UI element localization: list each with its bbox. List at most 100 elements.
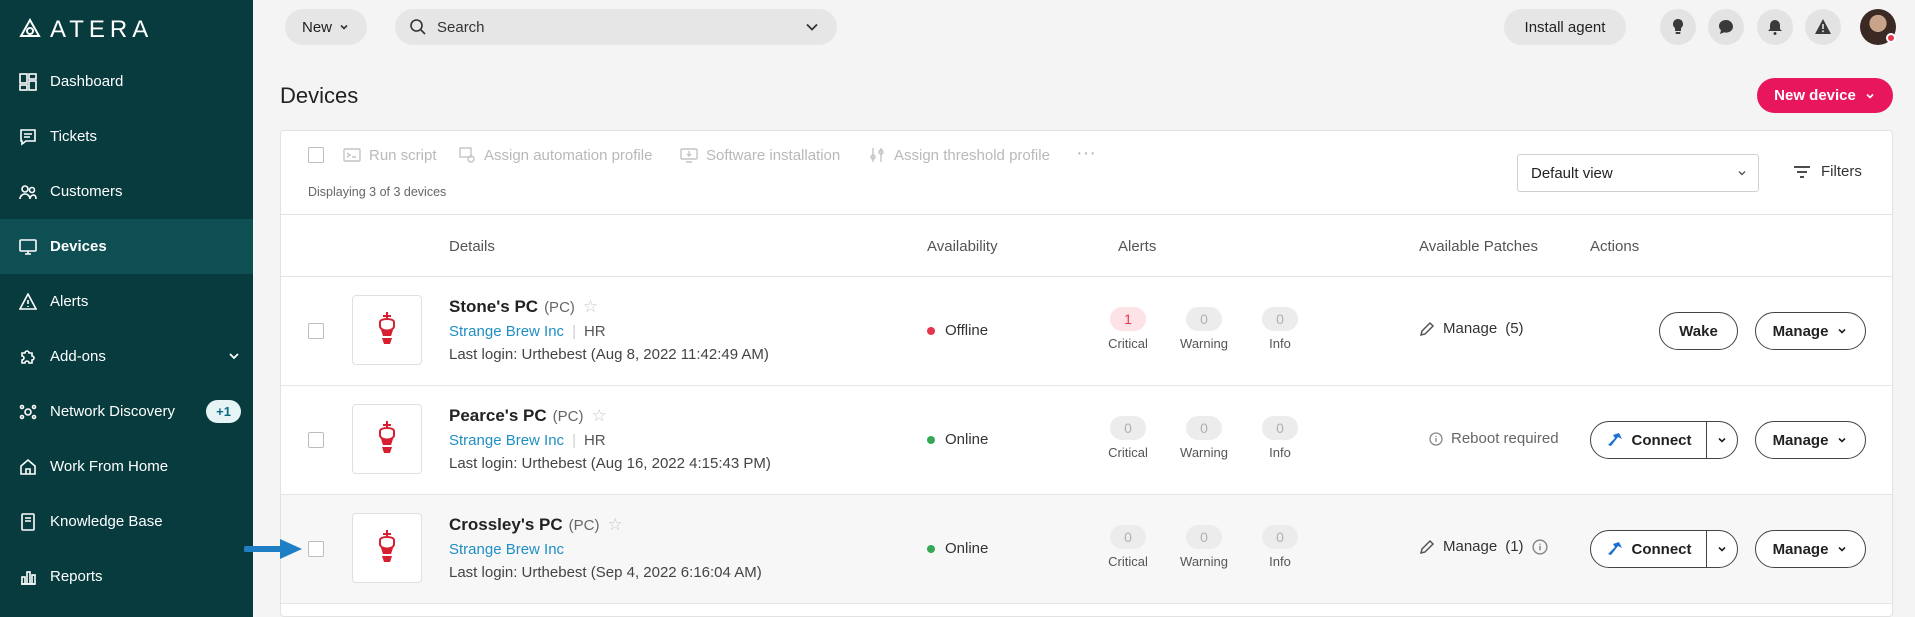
connect-dropdown[interactable] [1707, 434, 1737, 446]
sidebar-item-alerts[interactable]: Alerts [0, 274, 253, 329]
company-link[interactable]: Strange Brew Inc [449, 541, 564, 558]
install-agent-button[interactable]: Install agent [1504, 9, 1626, 45]
info-alert[interactable]: 0 Info [1250, 307, 1310, 351]
warning-alert[interactable]: 0 Warning [1174, 525, 1234, 569]
sidebar-item-dashboard[interactable]: Dashboard [0, 54, 253, 109]
star-icon[interactable]: ☆ [583, 297, 598, 316]
sidebar-item-reports[interactable]: Reports [0, 549, 253, 604]
device-type: (PC) [568, 517, 600, 534]
sidebar-item-label: Add-ons [50, 348, 106, 365]
row-checkbox[interactable] [308, 432, 324, 448]
sidebar-item-network-discovery[interactable]: Network Discovery +1 [0, 384, 253, 439]
sidebar-item-knowledge-base[interactable]: Knowledge Base [0, 494, 253, 549]
software-installation-button[interactable]: Software installation [680, 146, 840, 164]
chat-icon[interactable] [1708, 9, 1744, 45]
availability-status: Online [927, 540, 988, 557]
row-checkbox[interactable] [308, 323, 324, 339]
table-row[interactable]: Crossley's PC (PC) ☆ Strange Brew Inc Last… [281, 495, 1892, 604]
puzzle-icon [18, 347, 38, 367]
sidebar-item-tickets[interactable]: Tickets [0, 109, 253, 164]
bulk-toolbar: Run script Assign automation profile Sof… [281, 131, 1892, 215]
connect-dropdown[interactable] [1707, 543, 1737, 555]
device-logo [352, 295, 422, 365]
manage-button[interactable]: Manage [1755, 530, 1866, 568]
manage-patches-link[interactable]: Manage (1) [1419, 538, 1548, 555]
sidebar-item-work-from-home[interactable]: Work From Home [0, 439, 253, 494]
bell-icon[interactable] [1757, 9, 1793, 45]
search-bar[interactable] [395, 9, 837, 45]
device-name[interactable]: Crossley's PC (PC) ☆ [449, 515, 623, 535]
run-script-button[interactable]: Run script [343, 146, 437, 164]
sliders-icon [870, 148, 884, 162]
info-label: Info [1269, 445, 1291, 460]
device-name[interactable]: Stone's PC (PC) ☆ [449, 297, 598, 317]
alert-triangle-icon [18, 292, 38, 312]
company-name[interactable]: Strange Brew Inc [449, 323, 564, 340]
sidebar-item-label: Alerts [50, 293, 89, 310]
warning-icon[interactable] [1805, 9, 1841, 45]
assign-automation-button[interactable]: Assign automation profile [458, 146, 652, 164]
chevron-down-icon[interactable] [227, 349, 241, 363]
more-options-icon[interactable]: ··· [1076, 142, 1096, 165]
company-name[interactable]: Strange Brew Inc [449, 432, 564, 449]
sidebar-item-label: Devices [50, 238, 107, 255]
sidebar-item-add-ons[interactable]: Add-ons [0, 329, 253, 384]
manage-button[interactable]: Manage [1755, 312, 1866, 350]
company-link[interactable]: Strange Brew Inc | HR [449, 323, 606, 340]
company-link[interactable]: Strange Brew Inc | HR [449, 432, 606, 449]
network-discovery-badge: +1 [206, 400, 241, 423]
new-device-label: New device [1774, 87, 1856, 104]
topbar: New Install agent [253, 0, 1915, 54]
wake-button[interactable]: Wake [1659, 312, 1738, 350]
warning-alert[interactable]: 0 Warning [1174, 416, 1234, 460]
new-button[interactable]: New [285, 9, 367, 45]
atera-logo[interactable]: ATERA [18, 16, 153, 44]
info-icon[interactable] [1531, 538, 1548, 555]
search-input[interactable] [437, 18, 797, 36]
select-all-checkbox[interactable] [308, 147, 324, 163]
connect-split-button: Connect [1590, 421, 1738, 459]
new-device-button[interactable]: New device [1757, 78, 1893, 113]
sidebar-item-devices[interactable]: Devices [0, 219, 253, 274]
assign-threshold-label: Assign threshold profile [894, 146, 1050, 164]
divider: | [572, 323, 576, 340]
connect-button[interactable]: Connect [1591, 531, 1707, 567]
chevron-down-icon[interactable] [805, 20, 819, 34]
critical-count: 0 [1110, 525, 1146, 549]
warning-alert[interactable]: 0 Warning [1174, 307, 1234, 351]
critical-alert[interactable]: 1 Critical [1098, 307, 1158, 351]
col-alerts: Alerts [1118, 238, 1157, 255]
status-dot [927, 435, 935, 444]
table-row[interactable]: Pearce's PC (PC) ☆ Strange Brew Inc | HR Las… [281, 386, 1892, 495]
connect-button[interactable]: Connect [1591, 422, 1707, 458]
availability-status: Offline [927, 322, 988, 339]
sidebar-item-label: Dashboard [50, 73, 124, 90]
view-select[interactable]: Default view [1517, 154, 1759, 192]
star-icon[interactable]: ☆ [591, 406, 606, 425]
assign-threshold-button[interactable]: Assign threshold profile [868, 146, 1050, 164]
chevron-down-icon [1718, 546, 1726, 552]
star-icon[interactable]: ☆ [607, 515, 622, 534]
lightbulb-icon[interactable] [1660, 9, 1696, 45]
device-name[interactable]: Pearce's PC (PC) ☆ [449, 406, 607, 426]
filters-label: Filters [1821, 163, 1862, 180]
info-alert[interactable]: 0 Info [1250, 416, 1310, 460]
critical-alert[interactable]: 0 Critical [1098, 416, 1158, 460]
status-text: Online [945, 540, 989, 557]
device-logo [352, 404, 422, 474]
row-checkbox[interactable] [308, 541, 324, 557]
status-dot [1886, 33, 1896, 43]
table-row[interactable]: Stone's PC (PC) ☆ Strange Brew Inc | HR Last… [281, 277, 1892, 386]
col-available-patches: Available Patches [1419, 238, 1538, 255]
filters-button[interactable]: Filters [1793, 163, 1862, 180]
sidebar-item-customers[interactable]: Customers [0, 164, 253, 219]
tree-crest-icon [379, 312, 395, 344]
manage-button[interactable]: Manage [1755, 421, 1866, 459]
manage-label: Manage [1772, 322, 1829, 340]
company-name[interactable]: Strange Brew Inc [449, 541, 564, 558]
info-alert[interactable]: 0 Info [1250, 525, 1310, 569]
reboot-required: Reboot required [1429, 430, 1559, 447]
info-icon [1429, 431, 1443, 446]
manage-patches-link[interactable]: Manage (5) [1419, 320, 1524, 337]
critical-alert[interactable]: 0 Critical [1098, 525, 1158, 569]
